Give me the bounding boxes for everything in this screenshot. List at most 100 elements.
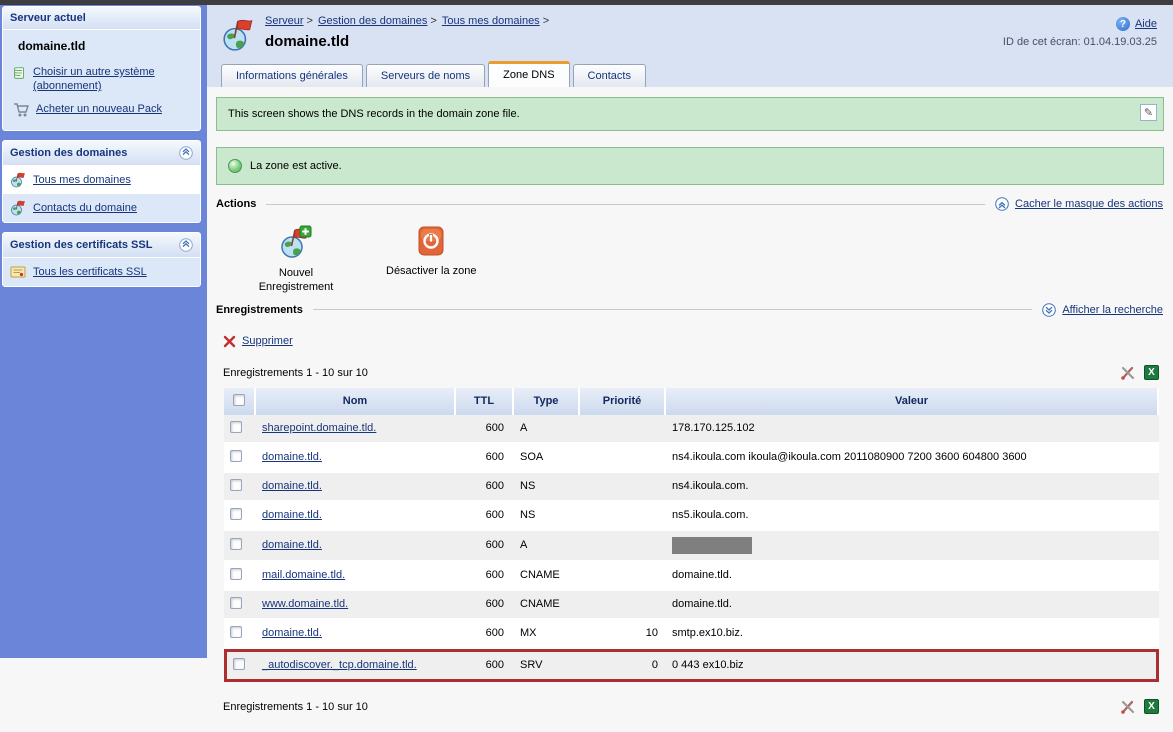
record-ttl: 600: [456, 473, 514, 502]
record-value: [666, 531, 1159, 562]
disable-zone-label: Désactiver la zone: [386, 264, 477, 278]
zone-status-text: La zone est active.: [250, 160, 342, 172]
table-row: www.domaine.tld. 600 CNAME domaine.tld.: [224, 591, 1159, 620]
row-checkbox[interactable]: [230, 626, 242, 638]
row-checkbox[interactable]: [230, 450, 242, 462]
record-name-link[interactable]: domaine.tld.: [262, 539, 322, 551]
row-checkbox[interactable]: [230, 597, 242, 609]
settings-tools-icon[interactable]: [1120, 699, 1136, 715]
record-name-link[interactable]: www.domaine.tld.: [262, 598, 348, 610]
tab-dns-zone[interactable]: Zone DNS: [488, 61, 569, 87]
content: Serveur>Gestion des domaines>Tous mes do…: [207, 5, 1173, 658]
breadcrumb: Serveur>Gestion des domaines>Tous mes do…: [265, 15, 1161, 27]
record-name-link[interactable]: mail.domaine.tld.: [262, 569, 345, 581]
record-name-link[interactable]: domaine.tld.: [262, 480, 322, 492]
chevron-down-circle-icon[interactable]: [1042, 303, 1056, 317]
ssl-certificates-link[interactable]: Tous les certificats SSL: [33, 266, 147, 278]
records-count-text: Enregistrements 1 - 10 sur 10: [223, 367, 368, 379]
settings-tools-icon[interactable]: [1120, 365, 1136, 381]
collapse-chevron-icon[interactable]: [179, 146, 193, 160]
record-priority: [580, 591, 666, 620]
breadcrumb-link-domain-management[interactable]: Gestion des domaines: [318, 15, 427, 27]
content-header: Serveur>Gestion des domaines>Tous mes do…: [207, 5, 1173, 87]
row-checkbox[interactable]: [230, 421, 242, 433]
chevron-up-circle-icon[interactable]: [995, 197, 1009, 211]
ssl-panel-title: Gestion des certificats SSL: [10, 239, 152, 251]
record-ttl: 600: [456, 562, 514, 591]
dns-records-table: Nom TTL Type Priorité Valeur sharepoint.…: [224, 388, 1159, 682]
hide-actions-link[interactable]: Cacher le masque des actions: [1015, 198, 1163, 210]
server-panel-title: Serveur actuel: [10, 12, 86, 24]
row-checkbox[interactable]: [230, 508, 242, 520]
sidebar-item-ssl-certificates[interactable]: Tous les certificats SSL: [3, 258, 200, 286]
record-value: domaine.tld.: [666, 562, 1159, 591]
new-record-icon: [279, 225, 313, 259]
new-record-action[interactable]: Nouvel Enregistrement: [246, 225, 346, 295]
record-name-link[interactable]: domaine.tld.: [262, 451, 322, 463]
tab-name-servers[interactable]: Serveurs de noms: [366, 64, 485, 87]
row-checkbox[interactable]: [233, 658, 245, 670]
sidebar-item-choose-system[interactable]: Choisir un autre système (abonnement): [6, 61, 197, 98]
record-ttl: 600: [456, 649, 514, 682]
select-all-checkbox[interactable]: [233, 394, 245, 406]
status-orb-icon: [228, 159, 242, 173]
record-type: SRV: [514, 649, 580, 682]
table-row: domaine.tld. 600 SOA ns4.ikoula.com ikou…: [224, 444, 1159, 473]
record-type: MX: [514, 620, 580, 649]
table-row: _autodiscover._tcp.domaine.tld. 600 SRV …: [224, 649, 1159, 682]
row-checkbox[interactable]: [230, 568, 242, 580]
record-name-link[interactable]: domaine.tld.: [262, 509, 322, 521]
tab-general-info[interactable]: Informations générales: [221, 64, 363, 87]
section-divider: [313, 309, 1033, 310]
table-row: domaine.tld. 600 MX 10 smtp.ex10.biz.: [224, 620, 1159, 649]
records-count-row-bottom: Enregistrements 1 - 10 sur 10 X: [223, 699, 1159, 715]
column-header-priority: Priorité: [580, 388, 666, 415]
help-link[interactable]: Aide: [1135, 18, 1157, 30]
record-name-link[interactable]: _autodiscover._tcp.domaine.tld.: [262, 659, 417, 671]
domain-icon: [10, 172, 26, 188]
actions-section-title: Actions: [216, 198, 256, 210]
domain-icon: [10, 200, 26, 216]
disable-zone-action[interactable]: Désactiver la zone: [386, 225, 477, 295]
records-section-header: Enregistrements Afficher la recherche: [216, 303, 1163, 317]
export-excel-icon[interactable]: X: [1144, 365, 1159, 380]
row-checkbox[interactable]: [230, 479, 242, 491]
buy-pack-link[interactable]: Acheter un nouveau Pack: [36, 103, 162, 115]
breadcrumb-separator: >: [430, 15, 436, 27]
choose-system-link[interactable]: Choisir un autre système (abonnement): [33, 66, 155, 92]
record-type: CNAME: [514, 591, 580, 620]
column-header-ttl: TTL: [456, 388, 514, 415]
breadcrumb-separator: >: [307, 15, 313, 27]
record-name-link[interactable]: domaine.tld.: [262, 627, 322, 639]
breadcrumb-link-all-domains[interactable]: Tous mes domaines: [442, 15, 540, 27]
delete-button[interactable]: Supprimer: [242, 335, 293, 347]
help-icon: ?: [1116, 17, 1130, 31]
toolbar: Supprimer: [223, 335, 1164, 348]
all-domains-link[interactable]: Tous mes domaines: [33, 174, 131, 186]
row-checkbox[interactable]: [230, 538, 242, 550]
table-header-row: Nom TTL Type Priorité Valeur: [224, 388, 1159, 415]
info-banner-text: This screen shows the DNS records in the…: [228, 108, 520, 120]
records-count-row-top: Enregistrements 1 - 10 sur 10 X: [223, 365, 1159, 381]
record-ttl: 600: [456, 591, 514, 620]
column-header-name: Nom: [256, 388, 456, 415]
sidebar-item-buy-pack[interactable]: Acheter un nouveau Pack: [6, 98, 197, 122]
sidebar-item-all-domains[interactable]: Tous mes domaines: [3, 166, 200, 194]
collapse-chevron-icon[interactable]: [179, 238, 193, 252]
record-ttl: 600: [456, 620, 514, 649]
domain-contacts-link[interactable]: Contacts du domaine: [33, 202, 137, 214]
record-name-link[interactable]: sharepoint.domaine.tld.: [262, 422, 376, 434]
sidebar-item-domain-contacts[interactable]: Contacts du domaine: [3, 194, 200, 222]
screen-id: ID de cet écran: 01.04.19.03.25: [1003, 36, 1157, 48]
records-section-title: Enregistrements: [216, 304, 303, 316]
breadcrumb-link-server[interactable]: Serveur: [265, 15, 304, 27]
export-excel-icon[interactable]: X: [1144, 699, 1159, 714]
show-search-link[interactable]: Afficher la recherche: [1062, 304, 1163, 316]
redacted-value-block: [672, 537, 752, 554]
tab-contacts[interactable]: Contacts: [573, 64, 646, 87]
actions-row: Nouvel Enregistrement Désactiver la zone: [246, 225, 1164, 295]
record-type: SOA: [514, 444, 580, 473]
records-table-body: sharepoint.domaine.tld. 600 A 178.170.12…: [224, 415, 1159, 682]
edit-note-icon[interactable]: ✎: [1140, 104, 1157, 121]
record-value: 0 443 ex10.biz: [666, 649, 1159, 682]
